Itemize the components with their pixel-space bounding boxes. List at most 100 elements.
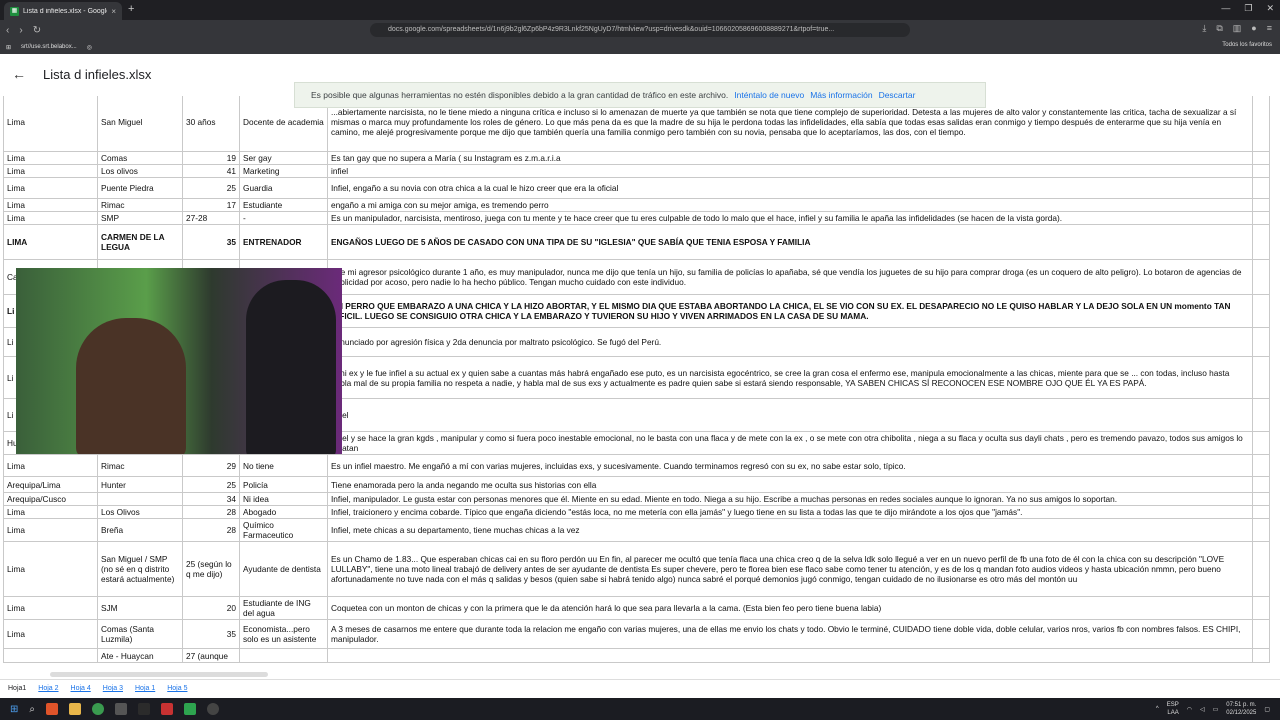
table-cell[interactable]: [1252, 648, 1270, 663]
table-cell[interactable]: Infiel, engaño a su novia con otra chica…: [327, 177, 1253, 199]
table-cell[interactable]: 19: [182, 151, 240, 165]
sheet-tab[interactable]: Hoja 2: [38, 685, 58, 692]
menu-icon[interactable]: ≡: [1267, 23, 1272, 34]
table-cell[interactable]: 25 (según lo q me dijo): [182, 541, 240, 597]
table-cell[interactable]: Los olivos: [97, 164, 183, 178]
table-cell[interactable]: 35: [182, 224, 240, 260]
table-cell[interactable]: [1252, 211, 1270, 225]
table-cell[interactable]: Los Olivos: [97, 505, 183, 519]
table-cell[interactable]: [239, 648, 328, 663]
close-window-icon[interactable]: ✕: [1266, 3, 1274, 14]
download-icon[interactable]: ⤓: [1202, 23, 1206, 34]
table-cell[interactable]: [1252, 164, 1270, 178]
table-cell[interactable]: Estudiante: [239, 198, 328, 212]
table-cell[interactable]: Lima: [3, 164, 98, 178]
horizontal-scrollbar[interactable]: [50, 672, 268, 677]
table-cell[interactable]: Estudiante de ING del agua: [239, 596, 328, 620]
brave-icon[interactable]: [46, 703, 58, 715]
table-cell[interactable]: Hunter: [97, 476, 183, 493]
table-cell[interactable]: UN PERRO QUE EMBARAZO A UNA CHICA Y LA H…: [327, 294, 1253, 328]
table-cell[interactable]: [1252, 505, 1270, 519]
table-cell[interactable]: [97, 492, 183, 506]
retry-link[interactable]: Inténtalo de nuevo: [734, 90, 804, 100]
clock[interactable]: 07:51 p. m. 02/12/2025: [1226, 701, 1256, 717]
table-cell[interactable]: Infiel, manipulador. Le gusta estar con …: [327, 492, 1253, 506]
table-cell[interactable]: 27 (aunque: [182, 648, 240, 663]
table-cell[interactable]: ENTRENADOR: [239, 224, 328, 260]
table-cell[interactable]: Abogado: [239, 505, 328, 519]
chrome-icon[interactable]: [92, 703, 104, 715]
table-cell[interactable]: [1252, 476, 1270, 493]
table-cell[interactable]: 34: [182, 492, 240, 506]
sheet-tab[interactable]: Hoja 3: [103, 685, 123, 692]
table-cell[interactable]: 17: [182, 198, 240, 212]
new-tab-button[interactable]: +: [128, 3, 134, 15]
globe-icon[interactable]: ◎: [87, 44, 92, 51]
table-cell[interactable]: [1252, 454, 1270, 477]
table-cell[interactable]: Arequipa/Lima: [3, 476, 98, 493]
table-cell[interactable]: Infiel, mete chicas a su departamento, t…: [327, 518, 1253, 542]
table-cell[interactable]: [327, 648, 1253, 663]
table-cell[interactable]: Policía: [239, 476, 328, 493]
table-cell[interactable]: Infiel y se hace la gran kgds , manipula…: [327, 431, 1253, 455]
table-cell[interactable]: Es un Chamo de 1.83... Que esperaban chi…: [327, 541, 1253, 597]
table-cell[interactable]: [1252, 596, 1270, 620]
table-cell[interactable]: Rimac: [97, 454, 183, 477]
table-cell[interactable]: 41: [182, 164, 240, 178]
chevron-up-icon[interactable]: ^: [1156, 706, 1159, 712]
table-cell[interactable]: Lima: [3, 177, 98, 199]
table-cell[interactable]: CARMEN DE LA LEGUA: [97, 224, 183, 260]
table-cell[interactable]: [1252, 96, 1270, 152]
table-cell[interactable]: 27-28: [182, 211, 240, 225]
table-cell[interactable]: Comas (Santa Luzmila): [97, 619, 183, 649]
table-cell[interactable]: Ate - Huaycan: [97, 648, 183, 663]
play-icon[interactable]: [184, 703, 196, 715]
extensions-icon[interactable]: ⧉: [1216, 23, 1222, 34]
table-cell[interactable]: Comas: [97, 151, 183, 165]
table-cell[interactable]: Lima: [3, 596, 98, 620]
app-icon[interactable]: [115, 703, 127, 715]
table-cell[interactable]: [1252, 356, 1270, 399]
table-cell[interactable]: Lima: [3, 151, 98, 165]
minimize-icon[interactable]: —: [1221, 3, 1230, 14]
table-cell[interactable]: [1252, 177, 1270, 199]
table-cell[interactable]: denunciado por agresión física y 2da den…: [327, 327, 1253, 357]
table-cell[interactable]: 25: [182, 177, 240, 199]
table-cell[interactable]: Coquetea con un monton de chicas y con l…: [327, 596, 1253, 620]
wifi-icon[interactable]: ◠: [1187, 706, 1192, 713]
table-cell[interactable]: 30 años: [182, 96, 240, 152]
apps-grid-icon[interactable]: ⊞: [6, 44, 11, 51]
reload-icon[interactable]: ↻: [33, 25, 41, 36]
record-icon[interactable]: [207, 703, 219, 715]
table-cell[interactable]: 29: [182, 454, 240, 477]
terminal-icon[interactable]: [138, 703, 150, 715]
table-cell[interactable]: Lima: [3, 198, 98, 212]
table-cell[interactable]: Breña: [97, 518, 183, 542]
table-cell[interactable]: SJM: [97, 596, 183, 620]
table-cell[interactable]: [1252, 398, 1270, 432]
table-cell[interactable]: 20: [182, 596, 240, 620]
table-cell[interactable]: Marketing: [239, 164, 328, 178]
table-cell[interactable]: Lima: [3, 518, 98, 542]
dismiss-link[interactable]: Descartar: [879, 90, 916, 100]
table-cell[interactable]: Es tan gay que no supera a María ( su In…: [327, 151, 1253, 165]
table-cell[interactable]: Lima: [3, 541, 98, 597]
table-cell[interactable]: [1252, 518, 1270, 542]
back-nav-icon[interactable]: ‹: [6, 25, 9, 36]
table-cell[interactable]: [1252, 294, 1270, 328]
table-cell[interactable]: Lima: [3, 619, 98, 649]
table-cell[interactable]: ENGAÑOS LUEGO DE 5 AÑOS DE CASADO CON UN…: [327, 224, 1253, 260]
profile-icon[interactable]: ●: [1251, 23, 1256, 34]
sheet-tab[interactable]: Hoja 4: [71, 685, 91, 692]
table-cell[interactable]: Rimac: [97, 198, 183, 212]
folder-icon[interactable]: [69, 703, 81, 715]
table-cell[interactable]: Ayudante de dentista: [239, 541, 328, 597]
table-cell[interactable]: [1252, 259, 1270, 295]
table-cell[interactable]: [1252, 431, 1270, 455]
table-cell[interactable]: LIMA: [3, 224, 98, 260]
table-cell[interactable]: Es un infiel maestro. Me engañó a mí con…: [327, 454, 1253, 477]
obs-icon[interactable]: [161, 703, 173, 715]
table-cell[interactable]: [1252, 224, 1270, 260]
close-tab-icon[interactable]: ×: [111, 7, 116, 16]
table-cell[interactable]: Arequipa/Cusco: [3, 492, 98, 506]
